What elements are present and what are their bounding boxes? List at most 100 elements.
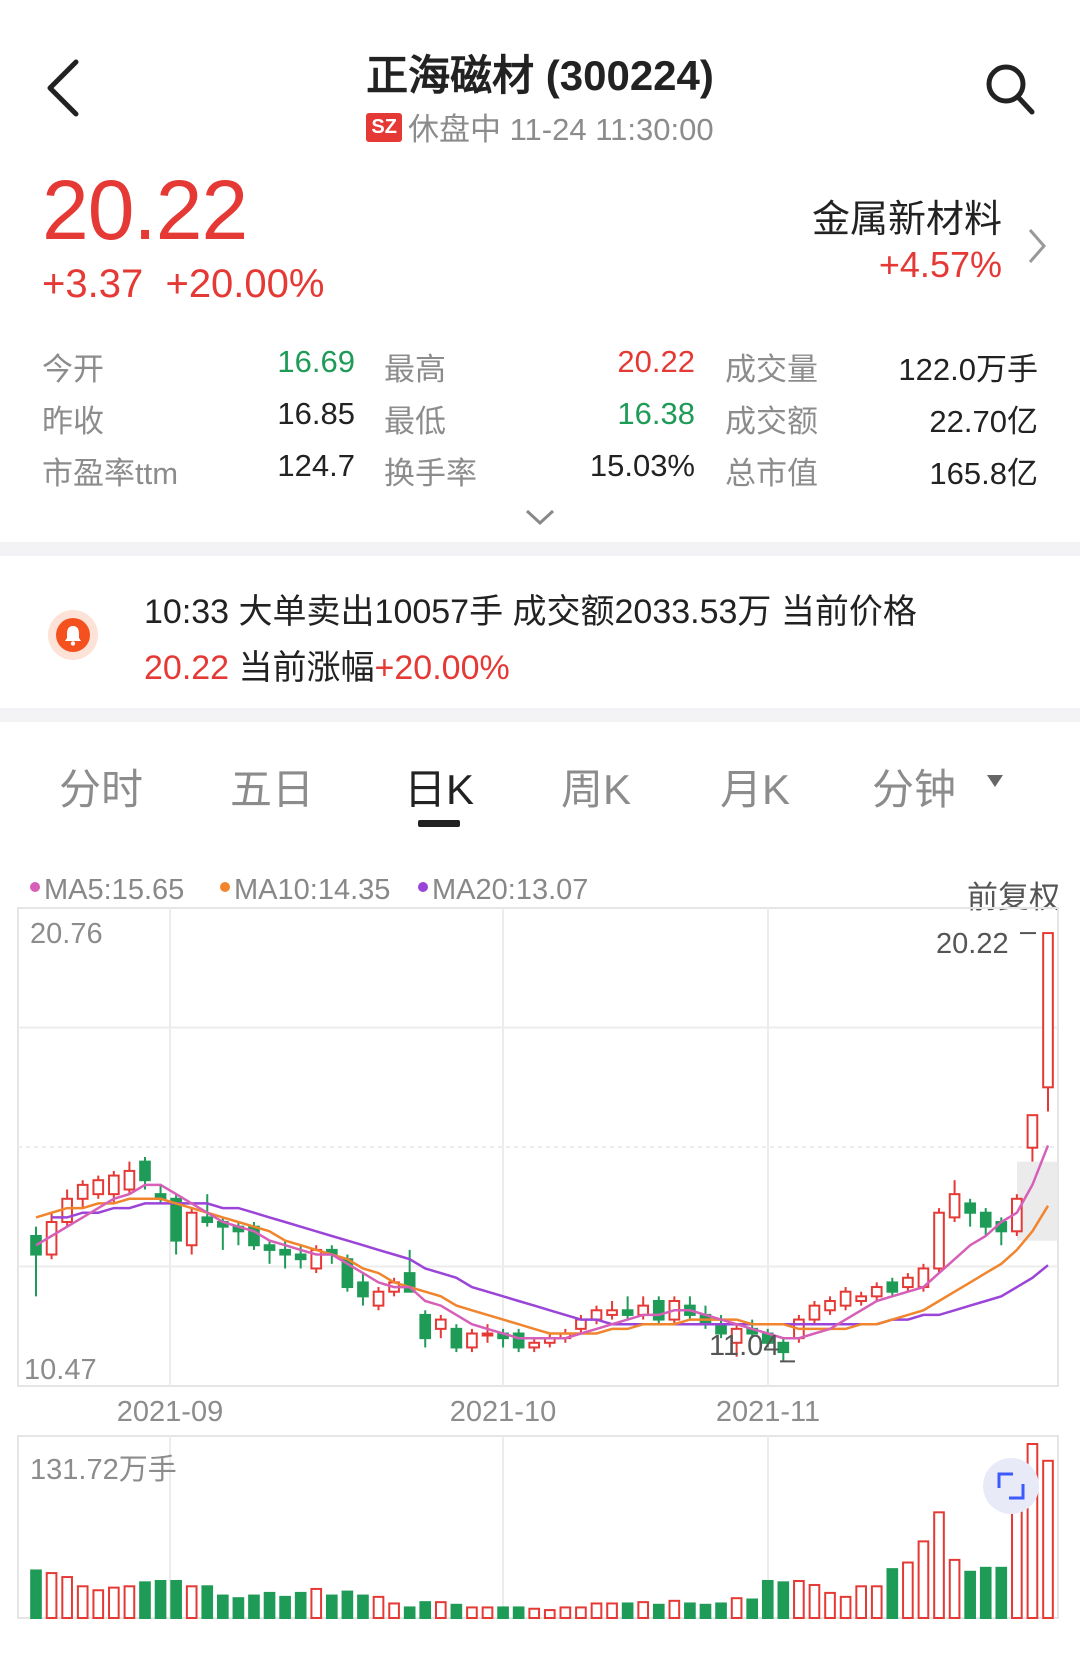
stat-value: 124.7 [277, 448, 355, 483]
volume-bar-up [481, 1606, 494, 1619]
volume-bar-down [279, 1595, 291, 1619]
chevron-down-icon[interactable] [524, 506, 556, 528]
kline-chart[interactable] [0, 900, 1080, 1390]
sector-change[interactable]: +4.57% [879, 244, 1002, 286]
candle-up [948, 1193, 961, 1219]
stat-label: 成交量 [725, 352, 818, 387]
last-price: 20.22 [42, 163, 248, 257]
volume-bar-up [388, 1602, 400, 1619]
candle-down [294, 1253, 307, 1261]
volume-bar-up [637, 1601, 650, 1619]
max-price-marker: 20.22 [936, 928, 1009, 960]
stat-label: 市盈率ttm [42, 456, 179, 491]
candle-up [855, 1295, 867, 1302]
volume-bar-up [606, 1602, 618, 1619]
volume-bar-up [543, 1609, 556, 1619]
volume-bar-up [559, 1606, 572, 1619]
volume-bar-up [108, 1586, 120, 1619]
tab-minute[interactable]: 分钟 [872, 756, 956, 817]
candle-down [652, 1299, 665, 1321]
volume-bar-down [979, 1566, 992, 1619]
volume-bar-up [902, 1561, 914, 1619]
candle-up [466, 1332, 478, 1349]
volume-bar-down [777, 1581, 790, 1619]
stat-value: 122.0万手 [898, 352, 1038, 387]
volume-bar-down [761, 1580, 774, 1619]
volume-bar-up [668, 1599, 681, 1619]
volume-bar-up [575, 1606, 587, 1619]
candle-up [76, 1183, 89, 1200]
volume-bar-down [715, 1602, 727, 1619]
candle-up [92, 1179, 105, 1196]
volume-bar-down [357, 1594, 369, 1619]
volume-bar-down [684, 1602, 696, 1619]
volume-bar-down [139, 1581, 151, 1619]
volume-bar-up [808, 1583, 821, 1619]
candle-down [419, 1313, 432, 1340]
candle-up [1026, 1114, 1039, 1149]
volume-bar-up [123, 1585, 136, 1619]
active-tab-indicator [418, 820, 460, 827]
tab-intraday[interactable]: 分时 [59, 756, 143, 817]
candle-down [450, 1327, 463, 1349]
volume-bar-down [886, 1568, 899, 1619]
stat-label: 昨收 [42, 404, 104, 439]
stat-value: 16.69 [277, 344, 355, 379]
tab-five-day[interactable]: 五日 [230, 756, 314, 817]
candle-up [372, 1290, 385, 1307]
volume-bar-up [948, 1558, 961, 1619]
volume-bar-down [294, 1591, 307, 1619]
x-tick-nov: 2021-11 [715, 1396, 821, 1428]
alert-detail: 20.22 当前涨幅+20.00% [144, 640, 510, 689]
alert-text: 10:33 大单卖出10057手 成交额2033.53万 当前价格 [144, 593, 917, 631]
volume-bar-up [855, 1585, 867, 1619]
candle-down [201, 1216, 214, 1224]
volume-bar-up [61, 1576, 73, 1619]
search-icon[interactable] [984, 62, 1036, 116]
volume-bar-up [434, 1601, 447, 1619]
tab-weekly-k[interactable]: 周K [561, 756, 631, 817]
volume-bar-up [45, 1572, 58, 1619]
tab-daily-k[interactable]: 日K [404, 756, 474, 817]
candle-up [637, 1304, 650, 1316]
sector-name[interactable]: 金属新材料 [812, 188, 1002, 243]
volume-bar-down [201, 1585, 214, 1619]
candle-up [575, 1318, 587, 1330]
stat-value: 22.70亿 [929, 404, 1038, 439]
volume-bar-down [325, 1594, 338, 1619]
volume-bar-up [839, 1595, 852, 1619]
status-text: 休盘中 11-24 11:30:00 [407, 112, 714, 147]
volume-bar-down [248, 1594, 260, 1619]
stat-label: 今开 [42, 352, 104, 387]
ma5-dot [30, 882, 40, 893]
tab-monthly-k[interactable]: 月K [720, 756, 790, 817]
min-price-marker: 11.04 [709, 1330, 780, 1362]
candle-down [886, 1281, 899, 1293]
volume-bar-up [528, 1607, 541, 1619]
market-status: SZ 休盘中 11-24 11:30:00 [0, 104, 1080, 149]
volume-bar-down [154, 1580, 167, 1619]
volume-bar-up [933, 1511, 945, 1619]
candle-up [606, 1309, 618, 1316]
chevron-right-icon[interactable] [1026, 226, 1048, 266]
stat-label: 换手率 [384, 456, 477, 491]
candle-up [808, 1304, 821, 1321]
ma20-line [51, 1202, 1049, 1326]
dropdown-triangle-icon[interactable] [986, 774, 1004, 788]
alert-price: 20.22 [144, 649, 230, 687]
fullscreen-button[interactable] [983, 1458, 1039, 1514]
volume-bar-up [372, 1595, 385, 1619]
volume-bar-up [793, 1580, 805, 1619]
candle-up [434, 1318, 447, 1330]
volume-bar-down [170, 1580, 182, 1619]
candle-up [185, 1211, 198, 1247]
volume-bar-down [964, 1570, 976, 1619]
volume-bar-up [824, 1591, 836, 1619]
volume-bar-down [263, 1591, 276, 1619]
volume-bar-down [497, 1606, 509, 1619]
bell-icon [48, 610, 98, 660]
stat-value: 15.03% [589, 448, 695, 483]
ma10-dot [220, 882, 230, 893]
exchange-badge: SZ [366, 113, 402, 143]
candle-up [123, 1169, 136, 1191]
